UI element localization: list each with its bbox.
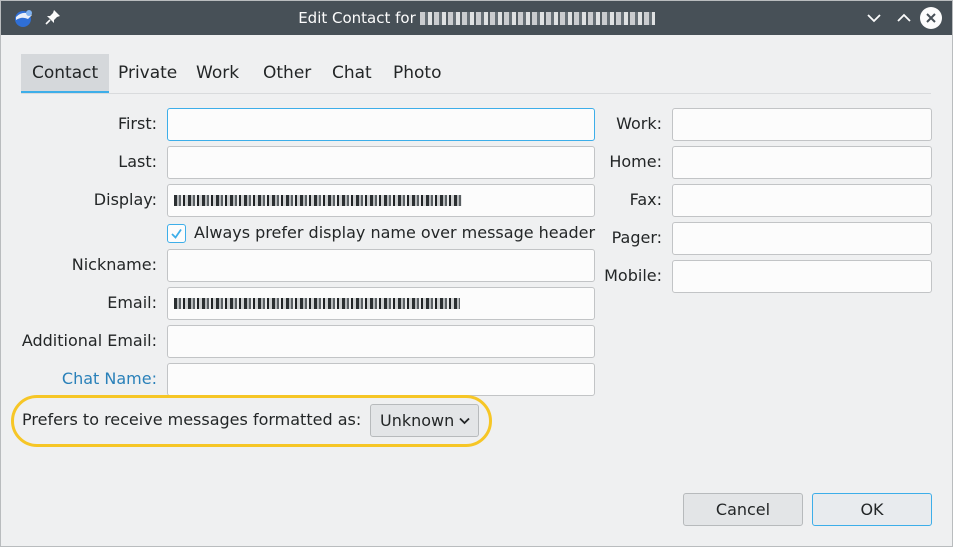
- mobile-label: Mobile:: [604, 266, 662, 285]
- first-name-label: First:: [117, 114, 157, 133]
- first-name-field[interactable]: [167, 108, 595, 141]
- display-name-field[interactable]: [167, 184, 595, 217]
- email-label: Email:: [107, 293, 157, 312]
- mobile-input[interactable]: [673, 261, 931, 292]
- last-name-label: Last:: [118, 152, 157, 171]
- additional-email-input[interactable]: [168, 326, 594, 357]
- tab-bar: Contact Private Work Other Chat Photo: [21, 54, 931, 94]
- work-phone-input[interactable]: [673, 109, 931, 140]
- window-title: Edit Contact for: [1, 1, 952, 35]
- work-phone-label: Work:: [616, 114, 662, 133]
- tab-work[interactable]: Work: [185, 54, 250, 93]
- nickname-field[interactable]: [167, 249, 595, 282]
- mobile-field[interactable]: [672, 260, 932, 293]
- window-title-text: Edit Contact for: [298, 9, 416, 27]
- display-name-label: Display:: [93, 190, 157, 209]
- maximize-icon[interactable]: [893, 7, 915, 29]
- fax-input[interactable]: [673, 185, 931, 216]
- chat-name-input[interactable]: [168, 364, 594, 395]
- additional-email-label: Additional Email:: [21, 331, 157, 350]
- pager-label: Pager:: [611, 228, 662, 247]
- redacted-contact-name: [419, 12, 655, 25]
- cancel-button[interactable]: Cancel: [683, 493, 803, 526]
- chevron-down-icon: [459, 417, 470, 425]
- pager-field[interactable]: [672, 222, 932, 255]
- close-icon[interactable]: [920, 7, 942, 29]
- edit-contact-dialog: Edit Contact for Contact Private Work Ot…: [0, 0, 953, 547]
- redacted-display-name: [174, 195, 462, 206]
- checkmark-icon: [171, 228, 182, 239]
- fax-field[interactable]: [672, 184, 932, 217]
- home-phone-field[interactable]: [672, 146, 932, 179]
- home-phone-input[interactable]: [673, 147, 931, 178]
- redacted-email: [174, 298, 460, 309]
- nickname-label: Nickname:: [71, 255, 157, 274]
- minimize-icon[interactable]: [863, 7, 885, 29]
- always-prefer-checkbox[interactable]: [167, 224, 186, 243]
- tab-chat[interactable]: Chat: [321, 54, 383, 93]
- additional-email-field[interactable]: [167, 325, 595, 358]
- prefers-format-select[interactable]: Unknown: [370, 404, 479, 437]
- prefers-format-value: Unknown: [380, 411, 455, 430]
- tab-other[interactable]: Other: [252, 54, 322, 93]
- email-field[interactable]: [167, 287, 595, 320]
- ok-button[interactable]: OK: [812, 493, 932, 526]
- tab-contact[interactable]: Contact: [21, 54, 110, 93]
- tab-photo[interactable]: Photo: [382, 54, 453, 93]
- nickname-input[interactable]: [168, 250, 594, 281]
- title-bar: Edit Contact for: [1, 1, 952, 35]
- last-name-field[interactable]: [167, 146, 595, 179]
- prefers-format-label: Prefers to receive messages formatted as…: [22, 410, 362, 429]
- home-phone-label: Home:: [609, 152, 662, 171]
- last-name-input[interactable]: [168, 147, 594, 178]
- chat-name-field[interactable]: [167, 363, 595, 396]
- always-prefer-label[interactable]: Always prefer display name over message …: [194, 223, 595, 243]
- tab-private[interactable]: Private: [107, 54, 188, 93]
- fax-label: Fax:: [629, 190, 662, 209]
- work-phone-field[interactable]: [672, 108, 932, 141]
- chat-name-link[interactable]: Chat Name:: [1, 369, 157, 389]
- pager-input[interactable]: [673, 223, 931, 254]
- first-name-input[interactable]: [168, 109, 594, 140]
